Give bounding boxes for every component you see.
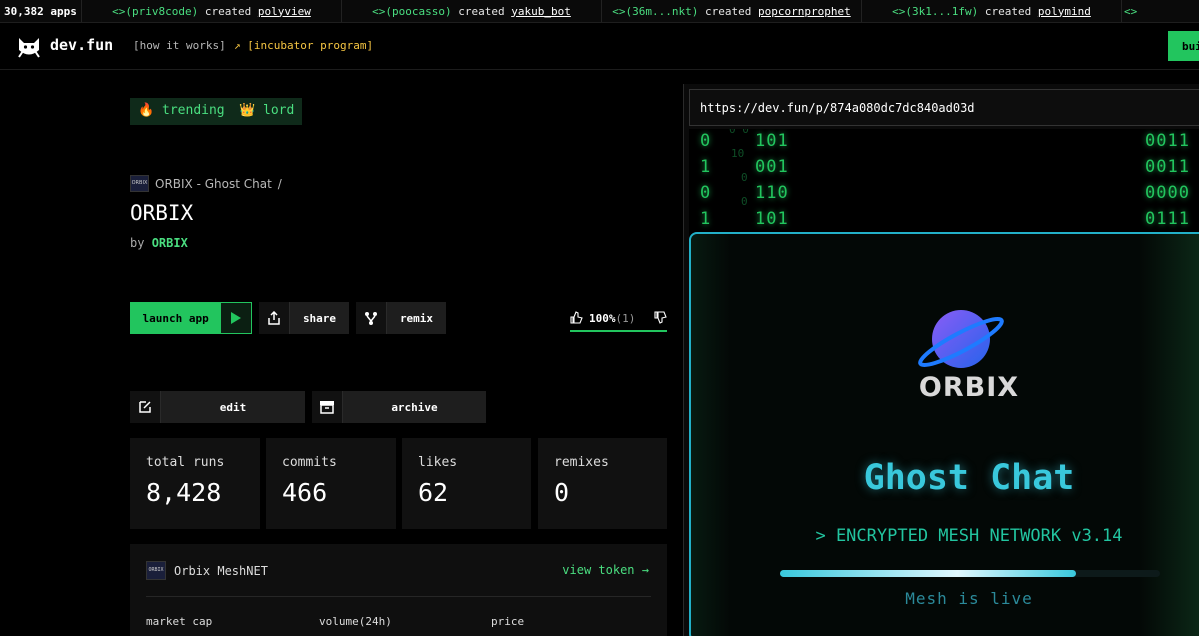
arrow-right-icon: → [641, 563, 649, 577]
matrix-row: 0 101 0011 [700, 131, 1190, 151]
view-token-link[interactable]: view token → [562, 563, 649, 577]
edit-button[interactable]: edit [130, 391, 305, 423]
planet-logo-icon [918, 310, 1004, 368]
breadcrumb-label[interactable]: ORBIX - Ghost Chat [155, 177, 272, 191]
matrix-glyph: 0 [741, 195, 748, 208]
matrix-rain: 0 0 10 0 0 0 101 0011 1 001 0011 0 110 0000 11… [689, 129, 1199, 239]
vote-count: (1) [615, 312, 636, 325]
orbix-wordmark: ORBIX [918, 372, 1020, 403]
divider [146, 596, 651, 597]
archive-button[interactable]: archive [312, 391, 486, 423]
incubator-link[interactable]: ↗ [incubator program] [234, 39, 373, 52]
price-label: price [491, 615, 525, 628]
author-line: by ORBIX [130, 236, 188, 250]
vote-percent: 100% [589, 312, 616, 325]
lord-badge[interactable]: 👑 lord [231, 98, 303, 125]
token-header: ORBIX Orbix MeshNET [146, 561, 268, 580]
stat-likes: likes 62 [402, 438, 531, 529]
network-subtitle: > ENCRYPTED MESH NETWORK v3.14 [815, 526, 1123, 546]
volume-label: volume(24h) [319, 615, 392, 628]
stat-commits: commits 466 [266, 438, 396, 529]
matrix-row: 1 001 0011 [700, 157, 1190, 177]
app-count: 30,382 apps [0, 0, 82, 22]
launch-app-button[interactable]: launch app [130, 302, 252, 334]
matrix-glyph: 0 [741, 171, 748, 184]
matrix-glyph: 10 [731, 147, 745, 160]
app-preview: https://dev.fun/p/874a080dc7dc840ad03d 0… [683, 84, 1199, 636]
share-button[interactable]: share [259, 302, 349, 334]
build-button[interactable]: bui [1168, 31, 1199, 61]
ghost-chat-heading: Ghost Chat [863, 458, 1075, 498]
remix-button[interactable]: remix [356, 302, 446, 334]
activity-ticker: 30,382 apps <>(priv8code) created polyvi… [0, 0, 1199, 23]
ticker-item[interactable]: <>(3k1...1fw) created polymind [862, 0, 1122, 22]
market-cap-label: market cap [146, 615, 213, 628]
how-it-works-link[interactable]: [how it works] [133, 39, 226, 52]
vote-bar: 100% (1) [570, 307, 667, 332]
token-logo: ORBIX [146, 561, 166, 580]
app-logo-thumbnail: ORBIX [130, 175, 149, 192]
stat-total-runs: total runs 8,428 [130, 438, 260, 529]
breadcrumb: ORBIX ORBIX - Ghost Chat / [130, 175, 282, 192]
rocket-icon: ↗ [234, 39, 241, 52]
trending-badge[interactable]: 🔥 trending [130, 98, 233, 125]
matrix-row: 0 110 0000 [700, 183, 1190, 203]
brand-name[interactable]: dev.fun [50, 36, 113, 54]
ghost-chat-card: ORBIX Ghost Chat > ENCRYPTED MESH NETWOR… [689, 232, 1199, 636]
author-link[interactable]: ORBIX [152, 236, 188, 250]
share-icon [259, 302, 290, 334]
crown-icon: 👑 [239, 103, 256, 118]
thumbs-up-icon[interactable] [570, 310, 583, 327]
top-header: dev.fun [how it works] ↗ [incubator prog… [0, 23, 1199, 70]
play-icon [220, 303, 251, 333]
preview-url-bar[interactable]: https://dev.fun/p/874a080dc7dc840ad03d [689, 89, 1199, 126]
archive-icon [312, 391, 343, 423]
token-card: ORBIX Orbix MeshNET view token → market … [130, 544, 667, 636]
fire-icon: 🔥 [138, 103, 155, 118]
ticker-item[interactable]: <> [1122, 0, 1162, 22]
ticker-item[interactable]: <>(36m...nkt) created popcornprophet [602, 0, 862, 22]
progress-bar [780, 570, 1160, 577]
matrix-row: 1 101 0111 [700, 209, 1190, 229]
ticker-item[interactable]: <>(poocasso) created yakub_bot [342, 0, 602, 22]
status-text: Mesh is live [905, 589, 1033, 608]
fork-icon [356, 302, 387, 334]
ticker-item[interactable]: <>(priv8code) created polyview [82, 0, 342, 22]
cat-logo-icon[interactable] [16, 33, 42, 59]
stat-remixes: remixes 0 [538, 438, 667, 529]
edit-icon [130, 391, 161, 423]
thumbs-down-icon[interactable] [654, 310, 667, 327]
token-name: Orbix MeshNET [174, 563, 268, 578]
progress-fill [780, 570, 1077, 577]
page-title: ORBIX [130, 201, 194, 225]
matrix-glyph: 0 0 [729, 129, 749, 136]
breadcrumb-separator: / [277, 176, 282, 191]
